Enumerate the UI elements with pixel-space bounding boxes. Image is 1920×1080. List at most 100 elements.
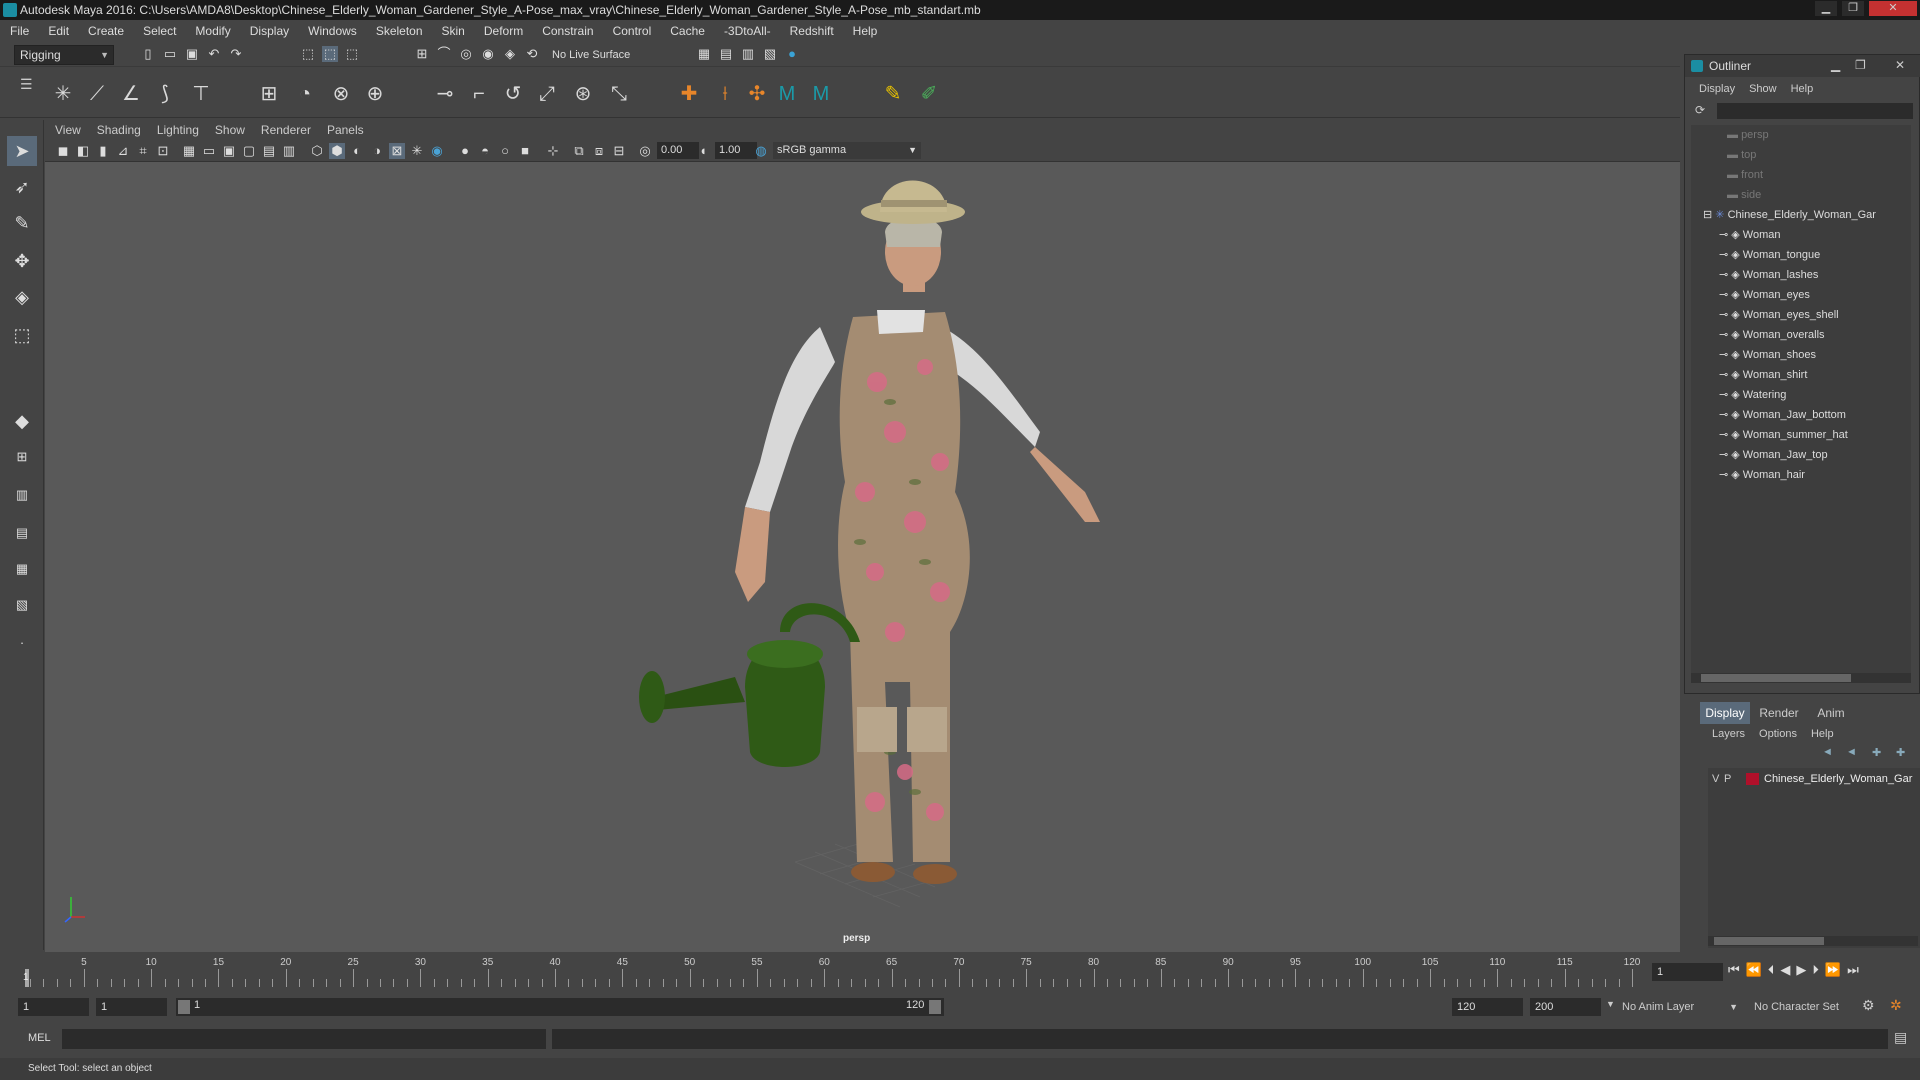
outliner-filter-icon[interactable]: ⟳ [1695,103,1705,117]
menu-edit[interactable]: Edit [48,24,69,38]
layer-visibility-toggle[interactable]: V [1712,770,1719,788]
point-constraint-icon[interactable]: ⊸ [432,81,458,107]
camera-attr-icon[interactable]: ◧ [75,143,91,159]
locator-icon[interactable]: ⊤ [188,81,214,107]
outliner-item-top[interactable]: ▬ top [1727,145,1756,165]
sphere-icon[interactable]: ● [457,143,473,159]
frame-selected-icon[interactable]: ⧈ [591,143,607,159]
outliner-item-woman-summer-hat[interactable]: ⊸ ◈ Woman_summer_hat [1719,425,1848,445]
playback-end-field[interactable]: 120 [1452,998,1523,1016]
outliner-item-woman-jaw-top[interactable]: ⊸ ◈ Woman_Jaw_top [1719,445,1828,465]
move-tool-icon[interactable]: ✥ [7,246,37,276]
layout-graph-icon[interactable]: ▦ [7,554,37,584]
current-frame-field[interactable]: 1 [1652,963,1723,981]
lasso-tool-icon[interactable]: ➶ [7,172,37,202]
snap-grid-icon[interactable]: ⊞ [414,46,430,62]
color-space-dropdown[interactable]: sRGB gamma ▼ [773,142,921,159]
snap-curve-icon[interactable]: ⌒ [436,46,452,62]
go-to-start-icon[interactable]: ⏮ [1728,962,1740,978]
new-scene-icon[interactable]: ▯ [140,46,156,62]
antialias-icon[interactable]: ⊠ [389,143,405,159]
minimize-button[interactable]: ▁ [1815,1,1837,16]
grid-toggle-icon[interactable]: ⌗ [135,143,151,159]
move-layer-up-icon[interactable]: ◄ [1822,746,1833,758]
dof-icon[interactable]: ✳ [409,143,425,159]
step-forward-frame-icon[interactable]: ⏵ [1812,962,1819,978]
menu-help[interactable]: Help [853,24,878,38]
menu-create[interactable]: Create [88,24,124,38]
skeleton-generator-icon[interactable]: ⟊ [712,81,738,107]
perspective-viewport[interactable]: persp [45,162,1680,952]
outliner-menu-display[interactable]: Display [1699,79,1735,99]
panel-menu-show[interactable]: Show [215,123,245,137]
chevron-down-icon[interactable]: ▼ [1606,999,1615,1009]
gamma-icon[interactable]: ◖ [695,143,711,159]
command-input[interactable] [62,1029,546,1049]
layout-hypershade-icon[interactable]: ▧ [7,590,37,620]
exposure-field[interactable]: 0.00 [657,142,699,159]
menu-skeleton[interactable]: Skeleton [376,24,423,38]
outliner-close-button[interactable]: ✕ [1895,58,1905,72]
menu-redshift[interactable]: Redshift [790,24,834,38]
joint-tool-icon[interactable]: ✳ [50,81,76,107]
camera-select-icon[interactable]: ◼ [55,143,71,159]
outliner-item-woman-eyes-shell[interactable]: ⊸ ◈ Woman_eyes_shell [1719,305,1839,325]
layers-menu-layers[interactable]: Layers [1712,724,1745,744]
shelf-menu-icon[interactable]: ☰ [20,76,33,93]
menu-deform[interactable]: Deform [484,24,523,38]
snap-point-icon[interactable]: ◎ [458,46,474,62]
rotate-tool-icon[interactable]: ◈ [7,282,37,312]
character-set-dropdown[interactable]: No Character Set [1754,998,1874,1016]
aim-constraint-icon[interactable]: ⌐ [466,81,492,107]
step-forward-key-icon[interactable]: ⏩ [1825,962,1841,978]
undo-icon[interactable]: ↶ [206,46,222,62]
lattice-icon[interactable]: ⊗ [328,81,354,107]
ik-spline-icon[interactable]: ∠ [118,81,144,107]
mel-label[interactable]: MEL [28,1032,51,1044]
outliner-item-front[interactable]: ▬ front [1727,165,1763,185]
panel-menu-lighting[interactable]: Lighting [157,123,199,137]
hypershade-icon[interactable]: ● [784,46,800,62]
select-hierarchy-icon[interactable]: ⬚ [300,46,316,62]
pole-vector-icon[interactable]: ⤡ [606,81,632,107]
tab-anim[interactable]: Anim [1806,702,1856,724]
ipr-render-icon[interactable]: ▥ [740,46,756,62]
start-time-field[interactable]: 1 [18,998,89,1016]
circle-icon[interactable]: ○ [497,143,513,159]
layer-horizontal-scrollbar[interactable] [1708,936,1918,946]
new-layer-icon[interactable]: ✚ [1872,746,1881,759]
collapse-icon[interactable]: ⊟ [1703,209,1715,221]
layout-two-icon[interactable]: ▥ [7,480,37,510]
hud-icon[interactable]: ◉ [429,143,445,159]
move-layer-down-icon[interactable]: ◄ [1846,746,1857,758]
isolate-icon[interactable]: ⬡ [309,143,325,159]
motion-blur-icon[interactable]: ◑ [369,143,385,159]
skin-tools-icon[interactable]: ✎ [880,81,906,107]
outliner-menu-show[interactable]: Show [1749,79,1777,99]
layers-menu-options[interactable]: Options [1759,724,1797,744]
pivot-icon[interactable]: ⊹ [545,143,561,159]
outliner-menu-help[interactable]: Help [1791,79,1814,99]
open-scene-icon[interactable]: ▭ [162,46,178,62]
bookmark-icon[interactable]: ▮ [95,143,111,159]
snap-surface-icon[interactable]: ◈ [502,46,518,62]
close-button[interactable]: ✕ [1869,1,1917,16]
layout-single-icon[interactable]: ◆ [7,406,37,436]
dark-square-icon[interactable]: ■ [517,143,533,159]
layer-row[interactable]: V P Chinese_Elderly_Woman_Gar [1708,770,1920,788]
playback-start-field[interactable]: 1 [96,998,167,1016]
outliner-search-input[interactable] [1717,103,1913,119]
ik-handle-icon[interactable]: ⟋ [84,81,110,107]
outliner-item-side[interactable]: ▬ side [1727,185,1761,205]
anim-layer-dropdown[interactable]: No Anim Layer ▼ [1622,998,1742,1016]
outliner-item-woman-jaw-bottom[interactable]: ⊸ ◈ Woman_Jaw_bottom [1719,405,1846,425]
panel-menu-view[interactable]: View [55,123,81,137]
parent-constraint-icon[interactable]: ⊛ [570,81,596,107]
curve-tool-icon[interactable]: ⟆ [152,81,178,107]
outliner-item-persp[interactable]: ▬ persp [1727,125,1769,145]
panel-menu-panels[interactable]: Panels [327,123,364,137]
menu-select[interactable]: Select [143,24,176,38]
scale-tool-icon[interactable]: ⬚ [7,320,37,350]
smooth-shade-icon[interactable]: ▭ [201,143,217,159]
layout-expand-icon[interactable]: · [7,628,37,658]
